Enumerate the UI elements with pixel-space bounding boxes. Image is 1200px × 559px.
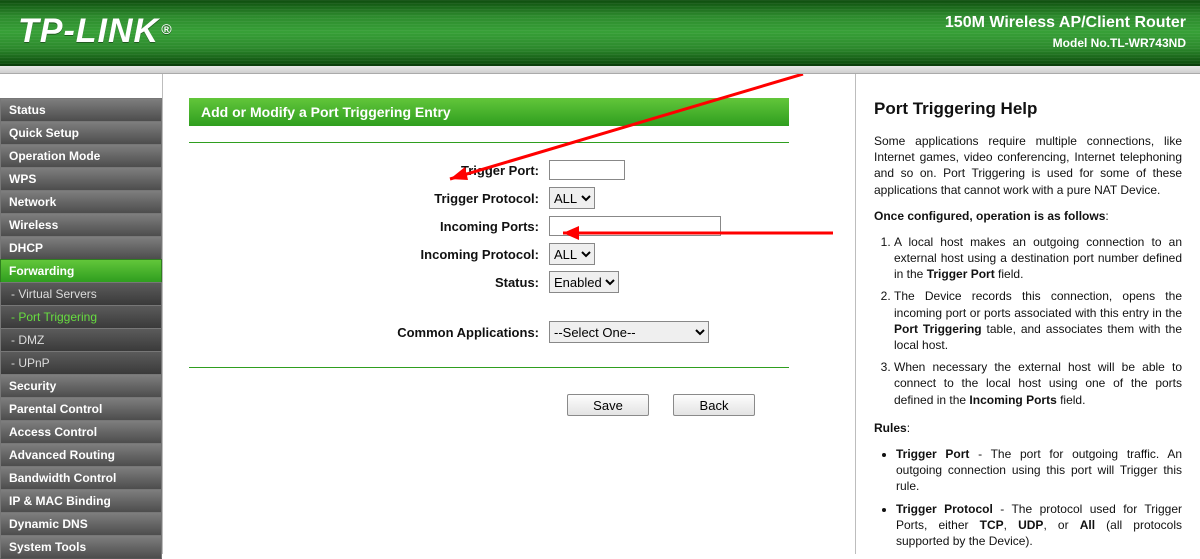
save-button[interactable]: Save: [567, 394, 649, 416]
help-intro: Some applications require multiple conne…: [874, 133, 1182, 198]
incoming-ports-label: Incoming Ports:: [189, 219, 549, 234]
sidebar: StatusQuick SetupOperation ModeWPSNetwor…: [0, 74, 162, 554]
help-rules-label: Rules:: [874, 420, 1182, 436]
sidebar-item-parental-control[interactable]: Parental Control: [0, 397, 162, 421]
model-number: Model No.TL-WR743ND: [945, 36, 1186, 50]
sidebar-sub--upnp[interactable]: - UPnP: [0, 351, 162, 375]
status-label: Status:: [189, 275, 549, 290]
help-step: When necessary the external host will be…: [894, 359, 1182, 408]
trigger-port-label: Trigger Port:: [189, 163, 549, 178]
incoming-protocol-label: Incoming Protocol:: [189, 247, 549, 262]
sidebar-item-dynamic-dns[interactable]: Dynamic DNS: [0, 512, 162, 536]
form: Trigger Port: Trigger Protocol: ALL Inco…: [189, 157, 829, 345]
help-rule: Trigger Port - The port for outgoing tra…: [896, 446, 1182, 495]
sidebar-item-status[interactable]: Status: [0, 98, 162, 122]
help-title: Port Triggering Help: [874, 98, 1182, 121]
sidebar-item-access-control[interactable]: Access Control: [0, 420, 162, 444]
common-apps-select[interactable]: --Select One--: [549, 321, 709, 343]
page-title: Add or Modify a Port Triggering Entry: [189, 98, 789, 126]
help-panel: Port Triggering Help Some applications r…: [856, 74, 1200, 554]
help-steps: A local host makes an outgoing connectio…: [894, 234, 1182, 408]
help-rule: Trigger Protocol - The protocol used for…: [896, 501, 1182, 550]
sidebar-item-advanced-routing[interactable]: Advanced Routing: [0, 443, 162, 467]
product-name: 150M Wireless AP/Client Router: [945, 14, 1186, 32]
help-rules: Trigger Port - The port for outgoing tra…: [896, 446, 1182, 554]
sidebar-sub--virtual-servers[interactable]: - Virtual Servers: [0, 282, 162, 306]
incoming-ports-input[interactable]: [549, 216, 721, 236]
incoming-protocol-select[interactable]: ALL: [549, 243, 595, 265]
sidebar-item-bandwidth-control[interactable]: Bandwidth Control: [0, 466, 162, 490]
sidebar-item-dhcp[interactable]: DHCP: [0, 236, 162, 260]
main-content: Add or Modify a Port Triggering Entry Tr…: [162, 74, 856, 554]
sidebar-item-forwarding[interactable]: Forwarding: [0, 259, 162, 283]
sidebar-item-system-tools[interactable]: System Tools: [0, 535, 162, 559]
sidebar-item-security[interactable]: Security: [0, 374, 162, 398]
sidebar-sub--port-triggering[interactable]: - Port Triggering: [0, 305, 162, 329]
header: TP-LINK® 150M Wireless AP/Client Router …: [0, 0, 1200, 66]
sidebar-sub--dmz[interactable]: - DMZ: [0, 328, 162, 352]
help-step: A local host makes an outgoing connectio…: [894, 234, 1182, 283]
help-step: The Device records this connection, open…: [894, 288, 1182, 353]
trigger-protocol-select[interactable]: ALL: [549, 187, 595, 209]
sidebar-item-quick-setup[interactable]: Quick Setup: [0, 121, 162, 145]
help-once-configured: Once configured, operation is as follows…: [874, 208, 1182, 224]
sidebar-item-ip-mac-binding[interactable]: IP & MAC Binding: [0, 489, 162, 513]
header-right: 150M Wireless AP/Client Router Model No.…: [945, 14, 1186, 50]
sidebar-item-network[interactable]: Network: [0, 190, 162, 214]
trigger-protocol-label: Trigger Protocol:: [189, 191, 549, 206]
brand-logo: TP-LINK®: [18, 12, 172, 51]
status-select[interactable]: Enabled: [549, 271, 619, 293]
sidebar-item-wireless[interactable]: Wireless: [0, 213, 162, 237]
sidebar-item-wps[interactable]: WPS: [0, 167, 162, 191]
common-apps-label: Common Applications:: [189, 325, 549, 340]
back-button[interactable]: Back: [673, 394, 755, 416]
sidebar-item-operation-mode[interactable]: Operation Mode: [0, 144, 162, 168]
trigger-port-input[interactable]: [549, 160, 625, 180]
